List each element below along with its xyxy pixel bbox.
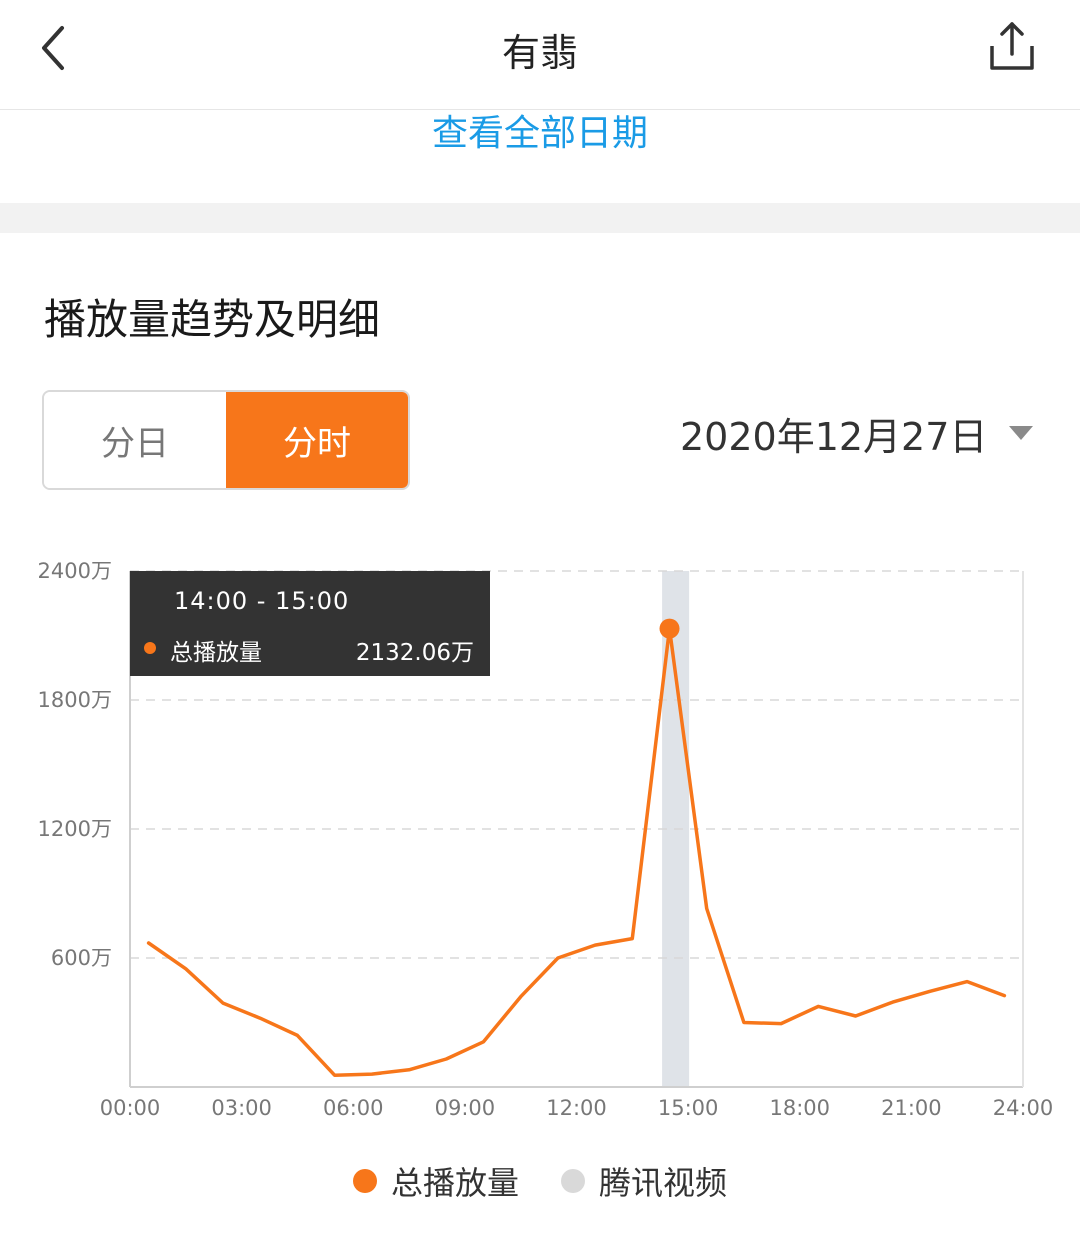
section-title: 播放量趋势及明细: [44, 295, 381, 344]
legend-item-tencent[interactable]: 腾讯视频: [561, 1158, 727, 1204]
y-tick-label: 1800万: [38, 688, 112, 712]
chart-tooltip: 14:00 - 15:00 总播放量 2132.06万: [130, 571, 490, 676]
x-tick-label: 06:00: [323, 1096, 384, 1120]
view-all-dates-link[interactable]: 查看全部日期: [0, 104, 1080, 156]
tooltip-value: 2132.06万: [355, 640, 474, 666]
toggle-hourly[interactable]: 分时: [226, 392, 408, 488]
share-button[interactable]: [978, 16, 1046, 80]
x-tick-label: 21:00: [881, 1096, 942, 1120]
tooltip-series-name: 总播放量: [170, 640, 262, 666]
section-divider: [0, 203, 1080, 233]
date-value: 2020年12月27日: [680, 414, 988, 459]
highlighted-data-point: [659, 618, 680, 639]
legend-item-total[interactable]: 总播放量: [352, 1158, 519, 1204]
share-icon: [990, 22, 1034, 70]
legend-label-tencent: 腾讯视频: [599, 1164, 728, 1202]
series-line-total: [146, 626, 1007, 1077]
x-tick-label: 03:00: [211, 1096, 272, 1120]
x-tick-label: 12:00: [546, 1096, 607, 1120]
date-selector[interactable]: 2020年12月27日: [680, 408, 1034, 459]
y-tick-label: 600万: [51, 946, 112, 970]
x-tick-label: 09:00: [435, 1096, 496, 1120]
toggle-daily[interactable]: 分日: [44, 392, 226, 488]
nav-bar: 有翡: [0, 0, 1080, 110]
tooltip-time-range: 14:00 - 15:00: [174, 587, 350, 615]
x-tick-label: 00:00: [100, 1096, 161, 1120]
x-tick-label: 18:00: [769, 1096, 830, 1120]
x-tick-label: 15:00: [658, 1096, 719, 1120]
x-tick-label: 24:00: [993, 1096, 1054, 1120]
y-tick-label: 1200万: [38, 817, 112, 841]
legend-dot-total: [352, 1169, 377, 1193]
chart-legend: 总播放量 腾讯视频: [0, 1158, 1080, 1204]
tooltip-series-dot: [144, 642, 156, 654]
caret-down-icon: [1009, 426, 1034, 440]
granularity-toggle: 分日 分时: [42, 390, 410, 490]
legend-label-total: 总播放量: [390, 1164, 519, 1202]
page-title: 有翡: [501, 31, 578, 75]
y-tick-label: 2400万: [38, 559, 112, 583]
legend-dot-tencent: [561, 1169, 585, 1193]
